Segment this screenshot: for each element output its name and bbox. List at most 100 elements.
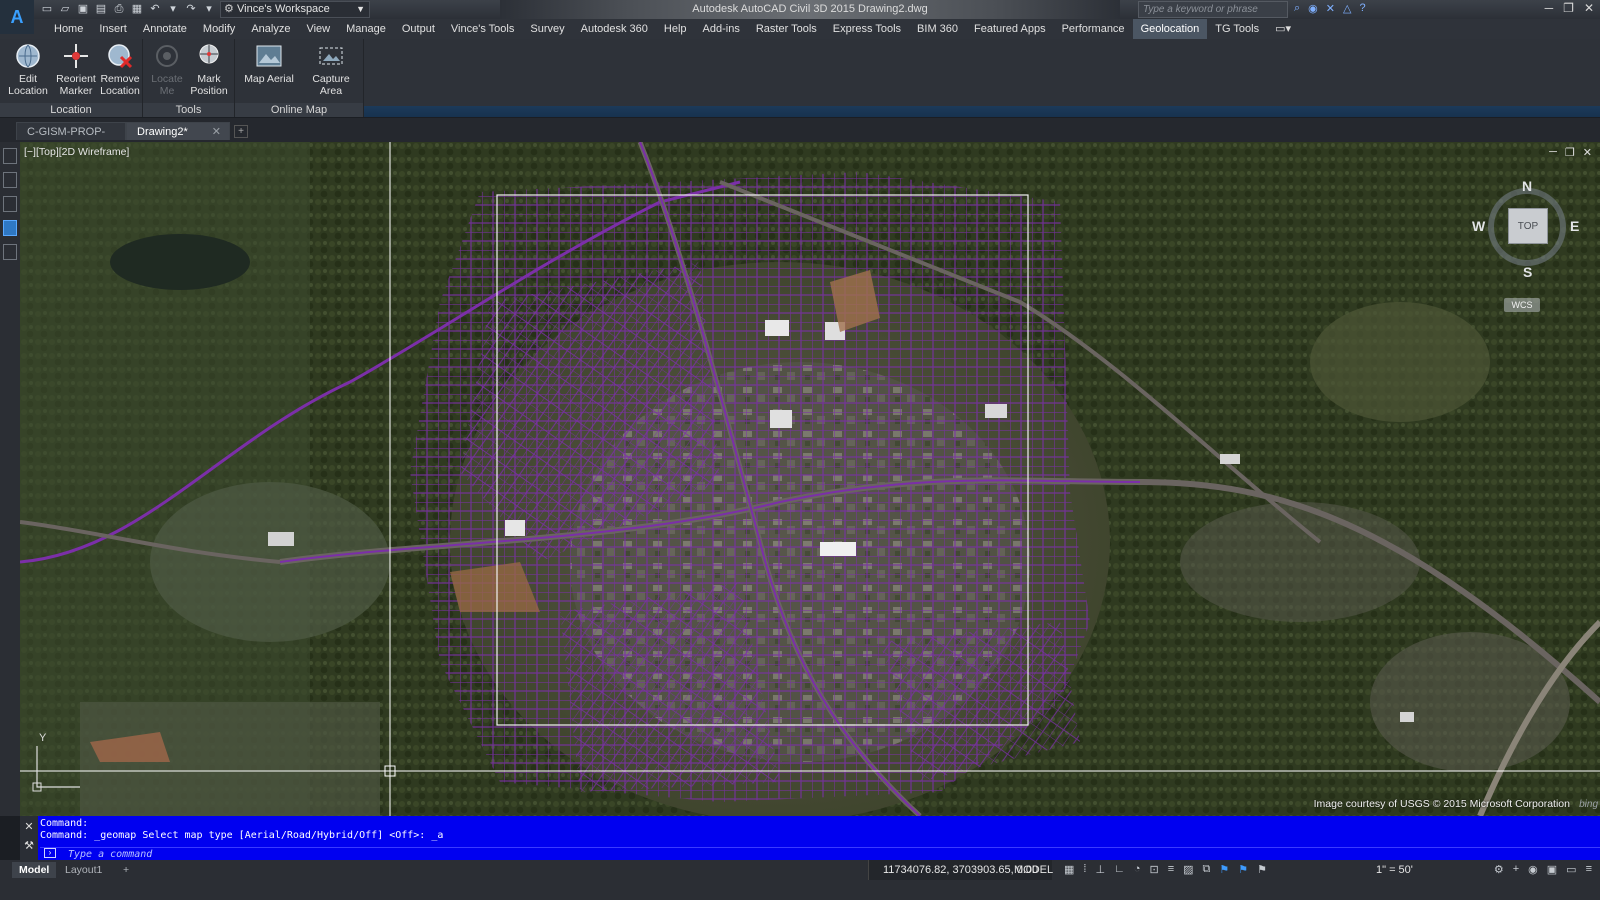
- selection-cycling-icon[interactable]: ⧉: [1203, 863, 1211, 876]
- compass-south[interactable]: S: [1523, 264, 1532, 280]
- restore-icon[interactable]: ❐: [1563, 1, 1574, 15]
- tab-performance[interactable]: Performance: [1054, 19, 1133, 39]
- remove-location-button[interactable]: Remove Location: [98, 42, 142, 97]
- print-icon[interactable]: ⎙: [112, 2, 126, 16]
- redo-dropdown-icon[interactable]: ▾: [202, 2, 216, 16]
- annotation-visibility-icon[interactable]: ⚑: [1219, 863, 1229, 876]
- reorient-marker-button[interactable]: Reorient Marker: [54, 42, 98, 97]
- add-layout-icon[interactable]: +: [116, 862, 136, 878]
- tab-analyze[interactable]: Analyze: [243, 19, 298, 39]
- viewport-restore-icon[interactable]: ❐: [1565, 146, 1575, 159]
- tab-output[interactable]: Output: [394, 19, 443, 39]
- command-input[interactable]: Type a command: [40, 847, 1600, 860]
- model-space-button[interactable]: MODEL: [1014, 860, 1053, 880]
- annotation-scale-icon[interactable]: ⚑: [1257, 863, 1267, 876]
- new-icon[interactable]: ▭: [40, 2, 54, 16]
- close-tab-icon[interactable]: ✕: [212, 126, 221, 138]
- tab-annotate[interactable]: Annotate: [135, 19, 195, 39]
- tab-bim-360[interactable]: BIM 360: [909, 19, 966, 39]
- tab-model[interactable]: Model: [12, 862, 57, 878]
- undo-dropdown-icon[interactable]: ▾: [166, 2, 180, 16]
- open-icon[interactable]: ▱: [58, 2, 72, 16]
- capture-area-icon: [317, 42, 345, 70]
- search-input[interactable]: Type a keyword or phrase: [1138, 1, 1288, 18]
- close-icon[interactable]: ✕: [20, 820, 38, 833]
- annotation-scale[interactable]: 1" = 50': [1376, 860, 1413, 880]
- lineweight-icon[interactable]: ≡: [1168, 863, 1174, 876]
- map-aerial-button[interactable]: Map Aerial: [243, 42, 295, 85]
- tab-raster-tools[interactable]: Raster Tools: [748, 19, 825, 39]
- compass-north[interactable]: N: [1522, 178, 1532, 194]
- help-icon[interactable]: ?: [1359, 2, 1365, 15]
- edit-location-button[interactable]: Edit Location: [6, 42, 50, 97]
- save-icon[interactable]: ▣: [76, 2, 90, 16]
- compass-east[interactable]: E: [1570, 218, 1579, 234]
- doc-tab-drawing2[interactable]: Drawing2* ✕: [126, 122, 230, 140]
- palette-layers-icon[interactable]: [3, 172, 17, 188]
- wrench-icon[interactable]: ⚒: [20, 839, 38, 852]
- drafting-toggles: ▦ ⁞ ⊥ ∟ ◔ ⊡ ≡ ▨ ⧉ ⚑ ⚑ ⚑: [1064, 863, 1267, 876]
- workspace-selector[interactable]: ⚙ Vince's Workspace ▼: [220, 1, 370, 18]
- binoculars-icon[interactable]: ⌕: [1294, 2, 1300, 15]
- save-as-icon[interactable]: ▤: [94, 2, 108, 16]
- infer-icon[interactable]: ⊥: [1095, 863, 1105, 876]
- tab-manage[interactable]: Manage: [338, 19, 394, 39]
- workspace-switch-icon[interactable]: ⚙: [1494, 863, 1504, 876]
- tab-autodesk-360[interactable]: Autodesk 360: [573, 19, 656, 39]
- viewcube[interactable]: TOP N S E W: [1472, 178, 1579, 280]
- viewport-controls-label[interactable]: [−][Top][2D Wireframe]: [24, 146, 129, 158]
- autoscale-icon[interactable]: ⚑: [1238, 863, 1248, 876]
- redo-icon[interactable]: ↷: [184, 2, 198, 16]
- tab-featured-apps[interactable]: Featured Apps: [966, 19, 1054, 39]
- tab-survey[interactable]: Survey: [522, 19, 572, 39]
- undo-icon[interactable]: ↶: [148, 2, 162, 16]
- palette-tools-icon[interactable]: [3, 196, 17, 212]
- tab-help[interactable]: Help: [656, 19, 695, 39]
- tab-layout1[interactable]: Layout1: [58, 862, 109, 878]
- drawing-viewport[interactable]: [−][Top][2D Wireframe] ─ ❐ ✕ TOP N S E W…: [20, 142, 1600, 816]
- a360-icon[interactable]: △: [1343, 2, 1351, 15]
- viewport-minimize-icon[interactable]: ─: [1549, 146, 1557, 159]
- plot-icon[interactable]: ▦: [130, 2, 144, 16]
- grid-icon[interactable]: ▦: [1064, 863, 1074, 876]
- tab-tg-tools[interactable]: TG Tools: [1207, 19, 1267, 39]
- isolate-objects-icon[interactable]: ◉: [1528, 863, 1538, 876]
- app-menu-button[interactable]: A: [0, 0, 34, 34]
- snap-icon[interactable]: ⁞: [1083, 863, 1086, 876]
- exchange-icon[interactable]: ✕: [1326, 2, 1335, 15]
- palette-properties-icon[interactable]: [3, 148, 17, 164]
- palette-civil-icon[interactable]: [3, 220, 17, 236]
- plus-icon[interactable]: +: [1513, 863, 1519, 876]
- customization-icon[interactable]: ≡: [1586, 863, 1592, 876]
- new-tab-button[interactable]: +: [234, 125, 248, 138]
- hardware-acceleration-icon[interactable]: ▣: [1547, 863, 1557, 876]
- ribbon-accent-bar: [364, 106, 1600, 117]
- polar-icon[interactable]: ◔: [1134, 863, 1141, 876]
- locate-me-button[interactable]: Locate Me: [145, 42, 189, 97]
- tab-express-tools[interactable]: Express Tools: [825, 19, 909, 39]
- tab-home[interactable]: Home: [46, 19, 91, 39]
- wcs-menu[interactable]: WCS: [1504, 298, 1540, 312]
- mark-position-button[interactable]: Mark Position: [187, 42, 231, 97]
- osnap-icon[interactable]: ⊡: [1150, 863, 1159, 876]
- tab-modify[interactable]: Modify: [195, 19, 243, 39]
- doc-tab-c-gism[interactable]: C-GISM-PROP-E*: [16, 122, 126, 156]
- viewcube-top-face[interactable]: TOP: [1508, 208, 1548, 244]
- viewport-close-icon[interactable]: ✕: [1583, 146, 1592, 159]
- ortho-icon[interactable]: ∟: [1114, 863, 1125, 876]
- tab-insert[interactable]: Insert: [91, 19, 135, 39]
- clean-screen-icon[interactable]: ▭: [1566, 863, 1576, 876]
- globe-remove-icon: [106, 42, 134, 70]
- transparency-icon[interactable]: ▨: [1183, 863, 1193, 876]
- compass-west[interactable]: W: [1472, 218, 1485, 234]
- tab-vince-s-tools[interactable]: Vince's Tools: [443, 19, 522, 39]
- tab-geolocation[interactable]: Geolocation: [1132, 19, 1208, 39]
- tab-add-ins[interactable]: Add-ins: [695, 19, 748, 39]
- tab-view[interactable]: View: [298, 19, 338, 39]
- palette-sheet-icon[interactable]: [3, 244, 17, 260]
- capture-area-button[interactable]: Capture Area: [309, 42, 353, 97]
- close-icon[interactable]: ✕: [1584, 1, 1594, 15]
- minimize-icon[interactable]: ─: [1545, 1, 1554, 15]
- user-icon[interactable]: ◉: [1308, 2, 1318, 15]
- ribbon-options-icon[interactable]: ▭▾: [1267, 19, 1299, 39]
